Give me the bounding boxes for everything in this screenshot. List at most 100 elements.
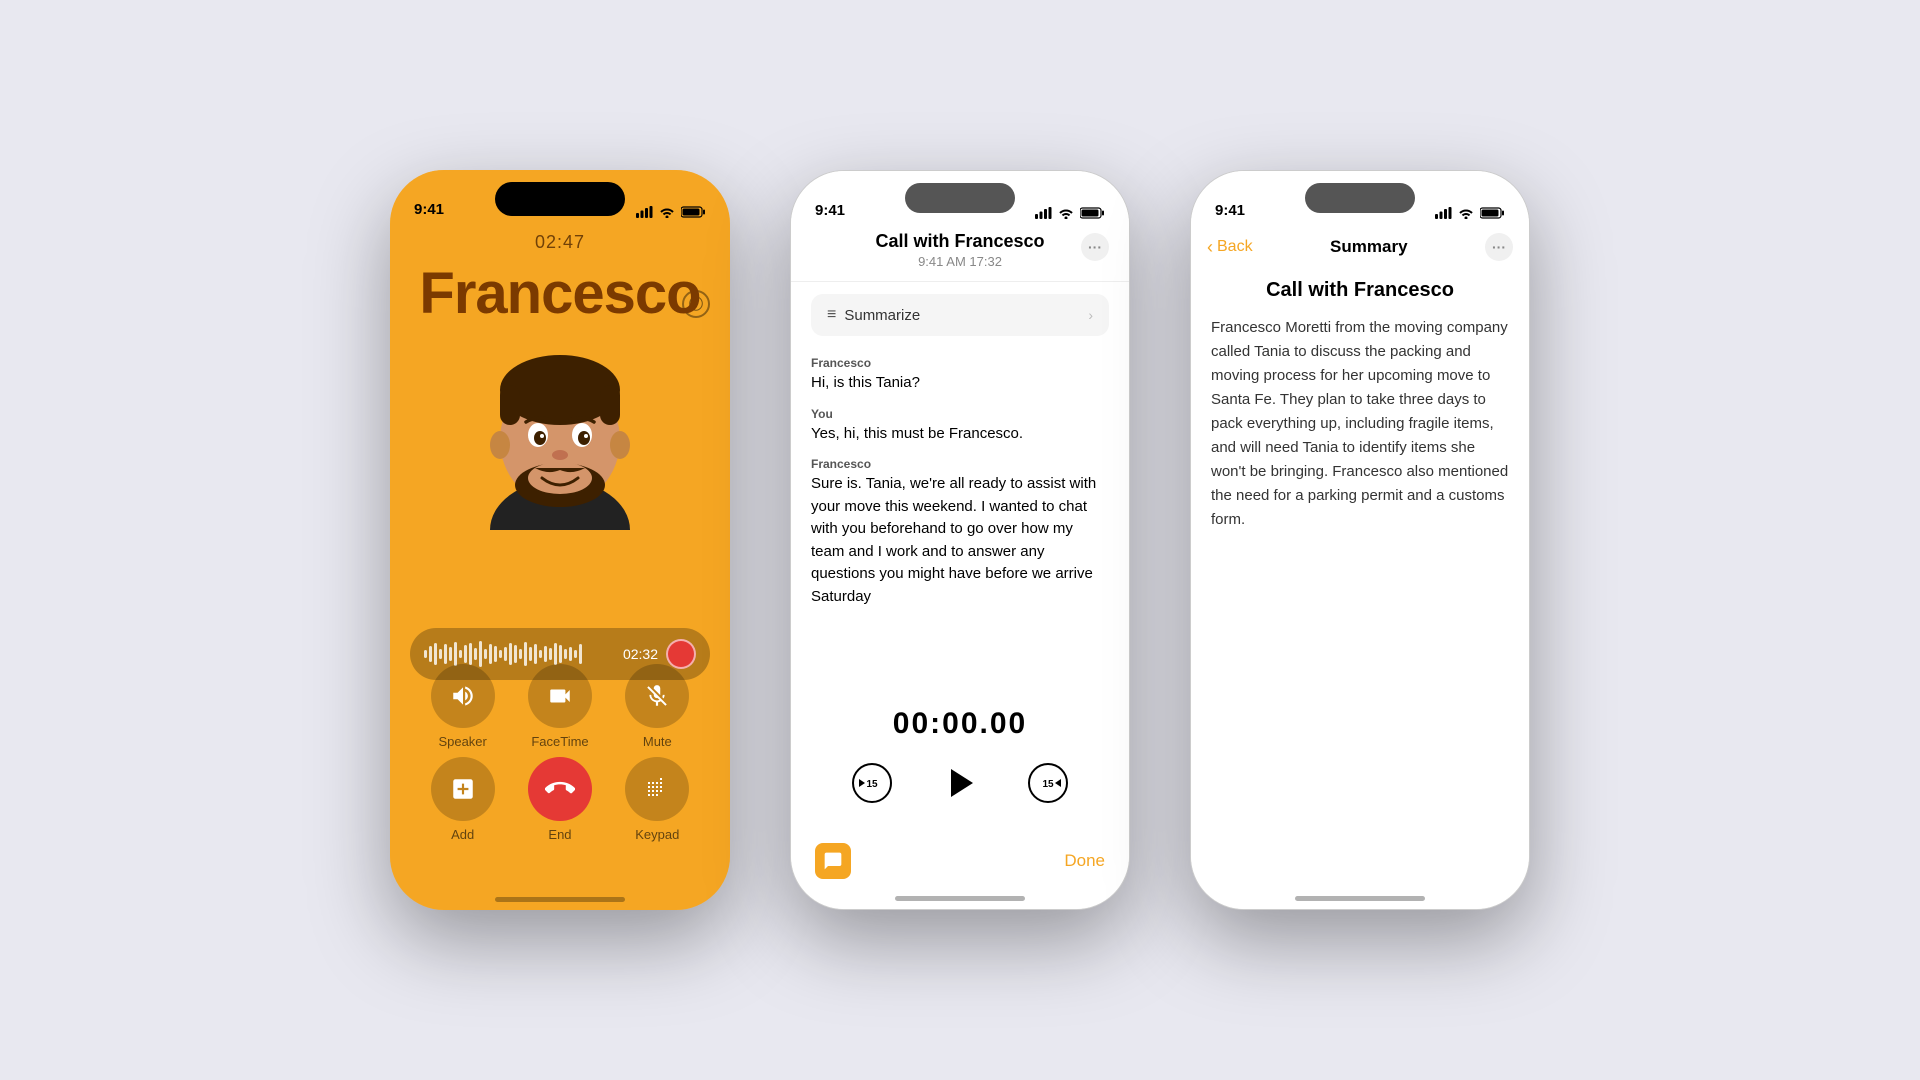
call-timer: 02:47	[535, 232, 585, 253]
speech-bubble-icon[interactable]	[815, 843, 851, 879]
mute-icon	[644, 683, 670, 709]
home-indicator-1	[495, 897, 625, 902]
home-indicator-2	[895, 896, 1025, 901]
battery-icon-3	[1480, 207, 1505, 219]
summary-more-button[interactable]: ···	[1485, 233, 1513, 261]
more-options-button[interactable]: ···	[1081, 233, 1109, 261]
dynamic-island-1	[495, 182, 625, 216]
call-controls: Speaker FaceTime	[390, 664, 730, 850]
svg-text:15: 15	[866, 779, 878, 790]
transcript-message-0: Francesco Hi, is this Tania?	[811, 356, 1109, 395]
add-icon	[450, 776, 476, 802]
msg-sender-2: Francesco	[811, 457, 1109, 471]
wifi-icon	[659, 206, 675, 218]
add-circle	[431, 757, 495, 821]
keypad-label: Keypad	[635, 827, 679, 842]
summarize-label: Summarize	[844, 307, 920, 324]
keypad-circle	[625, 757, 689, 821]
back-label: Back	[1217, 238, 1253, 256]
fast-forward-button[interactable]: 15	[1026, 761, 1070, 805]
msg-sender-0: Francesco	[811, 356, 1109, 370]
speaker-button[interactable]: Speaker	[431, 664, 495, 749]
avatar-container	[460, 330, 660, 530]
phone-3-summary: 9:41 ‹	[1190, 170, 1530, 910]
summarize-icon: ≡	[827, 306, 836, 324]
signal-icon-2	[1035, 207, 1052, 219]
transcript-date: 9:41 AM 17:32	[811, 254, 1109, 269]
battery-icon-2	[1080, 207, 1105, 219]
svg-text:15: 15	[1042, 779, 1054, 790]
play-button[interactable]	[934, 757, 986, 809]
caller-name: Francesco	[419, 260, 700, 327]
controls-row-2: Add End	[414, 757, 706, 842]
summary-nav: ‹ Back Summary ···	[1191, 225, 1529, 269]
status-icons-1	[636, 206, 706, 218]
playback-time: 00:00.00	[893, 707, 1027, 741]
msg-text-1: Yes, hi, this must be Francesco.	[811, 423, 1109, 446]
add-label: Add	[451, 827, 474, 842]
summary-call-title: Call with Francesco	[1211, 279, 1509, 302]
status-time-2: 9:41	[815, 202, 845, 219]
transcript-body: Francesco Hi, is this Tania? You Yes, hi…	[791, 348, 1129, 628]
signal-icon	[636, 206, 653, 218]
signal-icon-3	[1435, 207, 1452, 219]
summary-text: Francesco Moretti from the moving compan…	[1211, 316, 1509, 532]
transcript-message-2: Francesco Sure is. Tania, we're all read…	[811, 457, 1109, 608]
status-icons-2	[1035, 207, 1105, 219]
transcript-title: Call with Francesco	[811, 231, 1109, 252]
add-button[interactable]: Add	[431, 757, 495, 842]
msg-sender-1: You	[811, 407, 1109, 421]
speaker-circle	[431, 664, 495, 728]
back-button[interactable]: ‹ Back	[1207, 237, 1253, 258]
msg-text-0: Hi, is this Tania?	[811, 372, 1109, 395]
summary-nav-title: Summary	[1330, 237, 1407, 257]
phones-container: 9:41 ⓘ 02:47 Fra	[390, 170, 1530, 910]
phone-1-content: ⓘ 02:47 Francesco	[390, 170, 730, 910]
facetime-button[interactable]: FaceTime	[528, 664, 592, 749]
facetime-icon	[547, 683, 573, 709]
dynamic-island-2	[905, 183, 1015, 213]
summarize-left: ≡ Summarize	[827, 306, 920, 324]
keypad-button[interactable]: Keypad	[625, 757, 689, 842]
rewind-icon: 15	[851, 762, 893, 804]
msg-text-2: Sure is. Tania, we're all ready to assis…	[811, 473, 1109, 608]
speaker-icon	[450, 683, 476, 709]
done-button[interactable]: Done	[1064, 851, 1105, 871]
play-triangle	[951, 769, 973, 797]
end-call-icon	[545, 774, 575, 804]
speaker-label: Speaker	[438, 734, 486, 749]
summary-body: Call with Francesco Francesco Moretti fr…	[1191, 279, 1529, 532]
phone-3-content: ‹ Back Summary ··· Call with Francesco F…	[1191, 171, 1529, 909]
back-chevron-icon: ‹	[1207, 237, 1213, 258]
phone-1-active-call: 9:41 ⓘ 02:47 Fra	[390, 170, 730, 910]
summarize-button[interactable]: ≡ Summarize ›	[811, 294, 1109, 336]
end-circle	[528, 757, 592, 821]
playback-controls: 15 15	[850, 757, 1070, 809]
summarize-chevron-icon: ›	[1088, 307, 1093, 323]
facetime-label: FaceTime	[531, 734, 588, 749]
status-time-1: 9:41	[414, 201, 444, 218]
transcript-message-1: You Yes, hi, this must be Francesco.	[811, 407, 1109, 446]
waveform-time: 02:32	[623, 646, 658, 662]
phone-2-content: Call with Francesco 9:41 AM 17:32 ··· ≡ …	[791, 171, 1129, 909]
playback-section: 00:00.00 15	[791, 707, 1129, 809]
wifi-icon-2	[1058, 207, 1074, 219]
mute-circle	[625, 664, 689, 728]
end-label: End	[548, 827, 571, 842]
chat-icon	[823, 851, 843, 871]
facetime-circle	[528, 664, 592, 728]
bottom-toolbar: Done	[791, 843, 1129, 879]
mute-button[interactable]: Mute	[625, 664, 689, 749]
status-icons-3	[1435, 207, 1505, 219]
phone-2-transcript: 9:41 Call with Fran	[790, 170, 1130, 910]
home-indicator-3	[1295, 896, 1425, 901]
status-time-3: 9:41	[1215, 202, 1245, 219]
rewind-button[interactable]: 15	[850, 761, 894, 805]
mute-label: Mute	[643, 734, 672, 749]
end-button[interactable]: End	[528, 757, 592, 842]
dynamic-island-3	[1305, 183, 1415, 213]
wifi-icon-3	[1458, 207, 1474, 219]
memoji-avatar	[460, 330, 660, 530]
controls-row-1: Speaker FaceTime	[414, 664, 706, 749]
keypad-icon	[645, 777, 669, 801]
